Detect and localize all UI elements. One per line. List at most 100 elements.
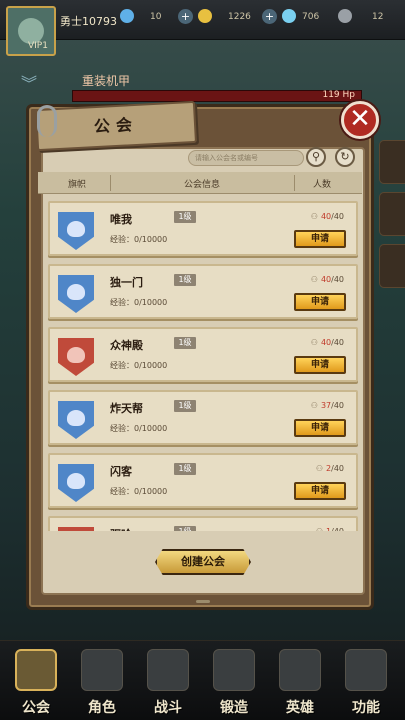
- members-icon: ⚇: [310, 212, 318, 221]
- header-info: 公会信息: [184, 180, 221, 190]
- guild-exp: 经验：0/10000: [110, 298, 168, 307]
- function-icon: [345, 649, 387, 691]
- guild-level: 1级: [174, 211, 196, 223]
- guild-members: ⚇ 37/40: [310, 401, 344, 410]
- guild-exp: 经验：0/10000: [110, 487, 168, 496]
- guild-flag-icon: [58, 527, 94, 531]
- guild-exp: 经验：0/10000: [110, 361, 168, 370]
- nav-label: 战斗: [154, 700, 182, 716]
- guild-level: 1级: [174, 400, 196, 412]
- guild-members: ⚇ 40/40: [310, 338, 344, 347]
- members-icon: ⚇: [310, 275, 318, 284]
- guild-name: 炸天帮: [110, 402, 143, 415]
- side-button-2[interactable]: [379, 192, 405, 236]
- nav-character[interactable]: 角色: [72, 649, 132, 719]
- search-icon[interactable]: ⚲: [306, 147, 326, 167]
- panel-title-tag: 公会: [35, 100, 197, 152]
- guild-level: 1级: [174, 337, 196, 349]
- nav-guild[interactable]: 公会: [6, 649, 66, 719]
- gold-coin-icon: [198, 9, 212, 23]
- diamond-count: 10: [150, 12, 162, 22]
- boss-name: 重装机甲: [82, 74, 131, 88]
- search-input[interactable]: 请输入公会名或编号: [188, 150, 304, 166]
- apply-button[interactable]: 申请: [294, 230, 346, 248]
- members-icon: ⚇: [310, 338, 318, 347]
- guild-row[interactable]: 唯我 1级经验：0/10000 ⚇ 40/40 申请: [48, 201, 358, 256]
- add-gold-button[interactable]: +: [262, 9, 277, 24]
- guild-exp: 经验：0/10000: [110, 424, 168, 433]
- guild-name: 闪客: [110, 465, 132, 478]
- gold-count: 1226: [228, 12, 251, 22]
- nav-label: 角色: [88, 700, 116, 716]
- vip-level: VIP1: [28, 41, 48, 51]
- close-button[interactable]: ✕: [341, 101, 379, 139]
- chevron-down-icon[interactable]: ︾: [16, 70, 42, 93]
- guild-level: 1级: [174, 526, 196, 531]
- nav-battle[interactable]: 战斗: [138, 649, 198, 719]
- guild-flag-icon: [58, 275, 94, 313]
- forge-icon: [213, 649, 255, 691]
- guild-row[interactable]: 独一门 1级经验：0/10000 ⚇ 40/40 申请: [48, 264, 358, 319]
- paper-clip-icon: [37, 105, 57, 137]
- nav-function[interactable]: 功能: [336, 649, 396, 719]
- panel-title: 公会: [93, 114, 139, 137]
- hero-icon: [279, 649, 321, 691]
- nav-label: 锻造: [220, 700, 248, 716]
- nav-forge[interactable]: 锻造: [204, 649, 264, 719]
- guild-icon: [15, 649, 57, 691]
- gear-count: 12: [372, 12, 384, 22]
- guild-row[interactable]: 众神殿 1级经验：0/10000 ⚇ 40/40 申请: [48, 327, 358, 382]
- guild-flag-icon: [58, 212, 94, 250]
- guild-members: ⚇ 40/40: [310, 212, 344, 221]
- stamina-count: 706: [302, 12, 320, 22]
- guild-row[interactable]: 驱哈1级经验：0/10000⚇1/40申请: [48, 516, 358, 531]
- stamina-icon: [282, 9, 296, 23]
- refresh-icon[interactable]: ↻: [335, 147, 355, 167]
- nav-hero[interactable]: 英雄: [270, 649, 330, 719]
- header-members: 人数: [313, 180, 332, 190]
- name-bar: [102, 461, 352, 477]
- guild-name: 驱哈: [110, 526, 132, 531]
- guild-members: ⚇ 2/40: [315, 464, 344, 473]
- list-header: 旗帜 公会信息 人数: [38, 172, 362, 194]
- members-icon: ⚇: [316, 527, 323, 531]
- boss-hp-text: 119 Hp: [322, 90, 355, 100]
- side-button-1[interactable]: [379, 140, 405, 184]
- guild-level: 1级: [174, 463, 196, 475]
- apply-button[interactable]: 申请: [294, 293, 346, 311]
- name-bar: [102, 524, 352, 531]
- add-diamond-button[interactable]: +: [178, 9, 193, 24]
- diamond-icon: [120, 9, 134, 23]
- nav-label: 公会: [22, 700, 50, 716]
- nav-label: 英雄: [286, 700, 314, 716]
- guild-name: 唯我: [110, 213, 132, 226]
- members-icon: ⚇: [310, 401, 318, 410]
- guild-members: ⚇1/40: [316, 527, 344, 531]
- guild-flag-icon: [58, 401, 94, 439]
- battle-icon: [147, 649, 189, 691]
- apply-button[interactable]: 申请: [294, 356, 346, 374]
- guild-level: 1级: [174, 274, 196, 286]
- character-icon: [81, 649, 123, 691]
- guild-list[interactable]: 唯我 1级 经验：0/10000 ⚇ 40/40 申请 独一门 1级 经验：0/10000 ⚇ 40…: [48, 201, 358, 531]
- guild-row[interactable]: 闪客 1级经验：0/10000 ⚇ 2/40 申请: [48, 453, 358, 508]
- nav-label: 功能: [352, 700, 380, 716]
- apply-button[interactable]: 申请: [294, 419, 346, 437]
- side-button-3[interactable]: [379, 244, 405, 288]
- guild-flag-icon: [58, 338, 94, 376]
- boss-hp-bar: 119 Hp: [72, 90, 362, 102]
- player-name: 勇士10793: [60, 15, 117, 28]
- gear-icon: [338, 9, 352, 23]
- members-icon: ⚇: [315, 464, 324, 473]
- guild-members: ⚇ 40/40: [310, 275, 344, 284]
- guild-row[interactable]: 炸天帮 1级经验：0/10000 ⚇ 37/40 申请: [48, 390, 358, 445]
- guild-name: 独一门: [110, 276, 143, 289]
- create-guild-button[interactable]: 创建公会: [155, 549, 251, 575]
- guild-exp: 经验：0/10000: [110, 235, 168, 244]
- header-flag: 旗帜: [68, 180, 87, 190]
- scroll-indicator: [196, 600, 210, 603]
- guild-name: 众神殿: [110, 339, 143, 352]
- apply-button[interactable]: 申请: [294, 482, 346, 500]
- guild-flag-icon: [58, 464, 94, 502]
- bottom-navigation: 公会 角色 战斗 锻造 英雄 功能: [0, 640, 405, 720]
